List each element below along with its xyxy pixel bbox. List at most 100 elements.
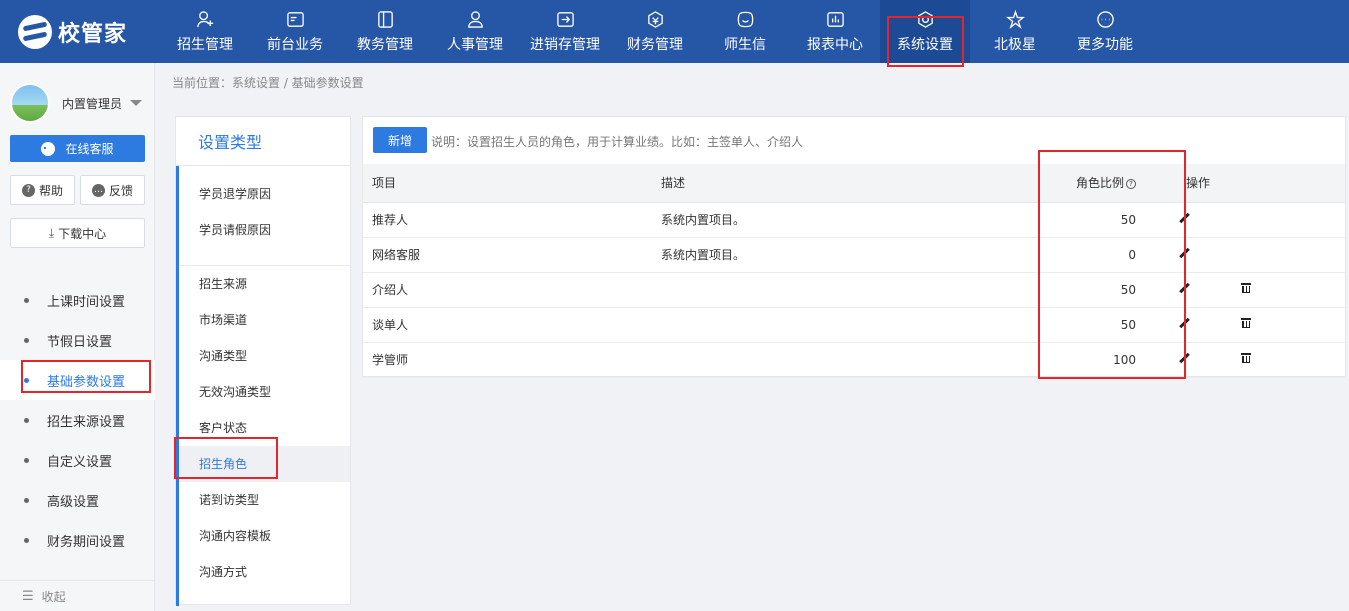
highlight-box-ratio-column xyxy=(1038,150,1186,379)
category-item[interactable]: 沟通内容模板 xyxy=(179,518,350,554)
category-item[interactable]: 学员退学原因 xyxy=(179,176,350,212)
table-row: 谈单人 50 xyxy=(363,307,1345,343)
user-name: 内置管理员 xyxy=(62,96,123,111)
divider xyxy=(179,248,350,266)
nav-item-polaris[interactable]: 北极星 xyxy=(970,0,1060,63)
category-item[interactable]: 招生来源 xyxy=(179,266,350,302)
report-icon xyxy=(825,9,845,29)
help-button[interactable]: ? 帮助 xyxy=(10,175,75,205)
highlight-box-recruit-role xyxy=(174,437,278,479)
category-item[interactable]: 沟通类型 xyxy=(179,338,350,374)
category-item[interactable]: 无效沟通类型 xyxy=(179,374,350,410)
book-icon xyxy=(375,9,395,29)
logo-icon xyxy=(18,15,52,49)
nav-item-messages[interactable]: 师生信 xyxy=(700,0,790,63)
inventory-icon xyxy=(555,9,575,29)
person-icon xyxy=(465,9,485,29)
category-item[interactable]: 沟通方式 xyxy=(179,554,350,590)
category-item[interactable]: 诺到访类型 xyxy=(179,482,350,518)
settings-type-panel: 设置类型 学员退学原因 学员请假原因 招生来源 市场渠道 沟通类型 无效沟通类型… xyxy=(175,116,351,606)
avatar xyxy=(10,83,50,123)
cell-desc: 系统内置项目。 xyxy=(652,237,1039,273)
user-profile[interactable]: 内置管理员 xyxy=(10,83,143,123)
nav-item-academic[interactable]: 教务管理 xyxy=(340,0,430,63)
column-header-item: 项目 xyxy=(363,164,652,203)
desk-icon xyxy=(285,9,305,29)
top-nav-bar: 校管家 招生管理 前台业务 教务管理 人事管理 进销存管理 财务管理 师生信 报… xyxy=(0,0,1349,67)
cell-item: 推荐人 xyxy=(363,202,652,238)
chat-icon xyxy=(735,9,755,29)
nav-item-more[interactable]: 更多功能 xyxy=(1060,0,1150,63)
breadcrumb: 当前位置：系统设置 / 基础参数设置 xyxy=(172,76,364,90)
sidebar-item-holidays[interactable]: 节假日设置 xyxy=(0,320,155,360)
cell-desc xyxy=(652,342,1039,378)
cell-item: 学管师 xyxy=(363,342,652,378)
cell-item: 网络客服 xyxy=(363,237,652,273)
table-header-row: 项目 描述 角色比例? 操作 xyxy=(363,164,1345,203)
column-header-ops: 操作 xyxy=(1170,164,1345,203)
highlight-box-system-settings xyxy=(887,16,964,67)
download-icon: ⤓ xyxy=(48,225,55,240)
settings-type-title: 设置类型 xyxy=(176,117,350,166)
column-header-desc: 描述 xyxy=(652,164,1039,203)
trash-icon[interactable] xyxy=(1241,282,1251,294)
trash-icon[interactable] xyxy=(1241,317,1251,329)
cell-delete xyxy=(1230,272,1345,308)
sidebar-item-finance-period[interactable]: 财务期间设置 xyxy=(0,520,155,560)
more-icon xyxy=(1095,9,1115,29)
bullet-icon xyxy=(24,417,29,423)
category-item[interactable]: 学员请假原因 xyxy=(179,212,350,248)
nav-item-finance[interactable]: 财务管理 xyxy=(610,0,700,63)
star-icon xyxy=(1005,9,1025,29)
sidebar-item-recruit-source[interactable]: 招生来源设置 xyxy=(0,400,155,440)
app-logo[interactable]: 校管家 xyxy=(18,14,127,50)
cell-delete xyxy=(1230,237,1345,273)
feedback-button[interactable]: … 反馈 xyxy=(80,175,145,205)
bullet-icon xyxy=(24,457,29,463)
highlight-box-basic-params xyxy=(21,360,151,393)
nav-item-recruit[interactable]: 招生管理 xyxy=(160,0,250,63)
sidebar: 内置管理员 在线客服 ? 帮助 … 反馈 ⤓ 下载中心 上课时间设置 节假日设置… xyxy=(0,63,155,611)
settings-menu: 上课时间设置 节假日设置 基础参数设置 招生来源设置 自定义设置 高级设置 财务… xyxy=(0,280,155,560)
nav-item-front-desk[interactable]: 前台业务 xyxy=(250,0,340,63)
cell-delete xyxy=(1230,307,1345,343)
download-center-button[interactable]: ⤓ 下载中心 xyxy=(10,218,145,248)
table-row: 学管师 100 xyxy=(363,342,1345,378)
finance-icon xyxy=(645,9,665,29)
bullet-icon xyxy=(24,497,29,503)
nav-item-inventory[interactable]: 进销存管理 xyxy=(520,0,610,63)
question-icon: ? xyxy=(21,183,35,197)
trash-icon[interactable] xyxy=(1241,352,1251,364)
cell-desc xyxy=(652,272,1039,308)
description-note: 说明：设置招生人员的角色，用于计算业绩。比如：主签单人、介绍人 xyxy=(431,135,804,149)
online-service-button[interactable]: 在线客服 xyxy=(10,135,145,162)
nav-item-reports[interactable]: 报表中心 xyxy=(790,0,880,63)
cell-delete xyxy=(1230,342,1345,378)
bullet-icon xyxy=(24,537,29,543)
cell-delete xyxy=(1230,202,1345,238)
cell-desc xyxy=(652,307,1039,343)
user-plus-icon xyxy=(195,9,215,29)
main-nav: 招生管理 前台业务 教务管理 人事管理 进销存管理 财务管理 师生信 报表中心 xyxy=(160,0,1150,63)
table-row: 网络客服 系统内置项目。 0 xyxy=(363,237,1345,273)
cell-desc: 系统内置项目。 xyxy=(652,202,1039,238)
sidebar-item-custom[interactable]: 自定义设置 xyxy=(0,440,155,480)
sidebar-item-advanced[interactable]: 高级设置 xyxy=(0,480,155,520)
role-table: 项目 描述 角色比例? 操作 推荐人 系统内置项目。 50 网络客服 系统内置项… xyxy=(363,164,1345,378)
collapse-button[interactable]: ☰ 收起 xyxy=(0,580,155,611)
table-row: 推荐人 系统内置项目。 50 xyxy=(363,202,1345,238)
sidebar-item-class-time[interactable]: 上课时间设置 xyxy=(0,280,155,320)
role-settings-panel: 新增 说明：设置招生人员的角色，用于计算业绩。比如：主签单人、介绍人 项目 描述… xyxy=(362,116,1346,378)
category-item[interactable]: 市场渠道 xyxy=(179,302,350,338)
settings-type-list: 学员退学原因 学员请假原因 招生来源 市场渠道 沟通类型 无效沟通类型 客户状态… xyxy=(176,166,350,606)
feedback-icon: … xyxy=(91,183,105,197)
cell-item: 介绍人 xyxy=(363,272,652,308)
chat-bubble-icon xyxy=(41,141,56,156)
table-row: 介绍人 50 xyxy=(363,272,1345,308)
bullet-icon xyxy=(24,337,29,343)
add-button[interactable]: 新增 xyxy=(373,127,427,153)
cell-item: 谈单人 xyxy=(363,307,652,343)
nav-item-hr[interactable]: 人事管理 xyxy=(430,0,520,63)
bullet-icon xyxy=(24,297,29,303)
